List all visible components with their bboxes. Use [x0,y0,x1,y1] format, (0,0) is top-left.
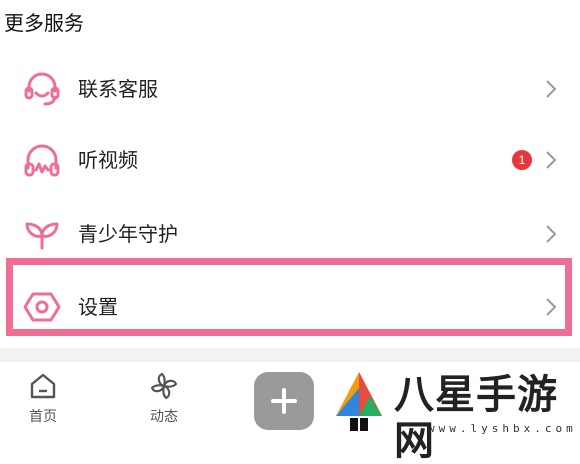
tab-activity[interactable]: 动态 [134,370,194,426]
pinwheel-icon [134,370,194,402]
watermark: 八星手游网 www.lyshbx.com [330,366,580,464]
menu-item-label: 听视频 [78,148,138,172]
section-divider [0,348,580,362]
watermark-url: www.lyshbx.com [428,422,577,435]
home-icon [13,370,73,402]
settings-highlight-frame [6,258,572,336]
chevron-right-icon [544,149,558,171]
menu-item-label: 联系客服 [78,77,158,101]
menu-item-listen-video[interactable]: 听视频 1 [0,124,580,196]
menu-item-contact-service[interactable]: 联系客服 [0,53,580,125]
watermark-text: 八星手游网 [394,372,558,464]
headset-icon [22,69,62,109]
tab-label: 首页 [29,409,57,425]
chevron-right-icon [544,78,558,100]
notification-badge: 1 [512,150,532,170]
add-button[interactable] [254,372,314,430]
plus-icon [271,388,297,414]
tab-home[interactable]: 首页 [13,370,73,426]
menu-item-label: 青少年守护 [78,222,178,246]
watermark-logo-icon [330,368,388,432]
section-title: 更多服务 [4,11,84,35]
headphones-icon [22,140,62,180]
tab-label: 动态 [150,409,178,425]
chevron-right-icon [544,223,558,245]
sprout-icon [22,214,62,254]
